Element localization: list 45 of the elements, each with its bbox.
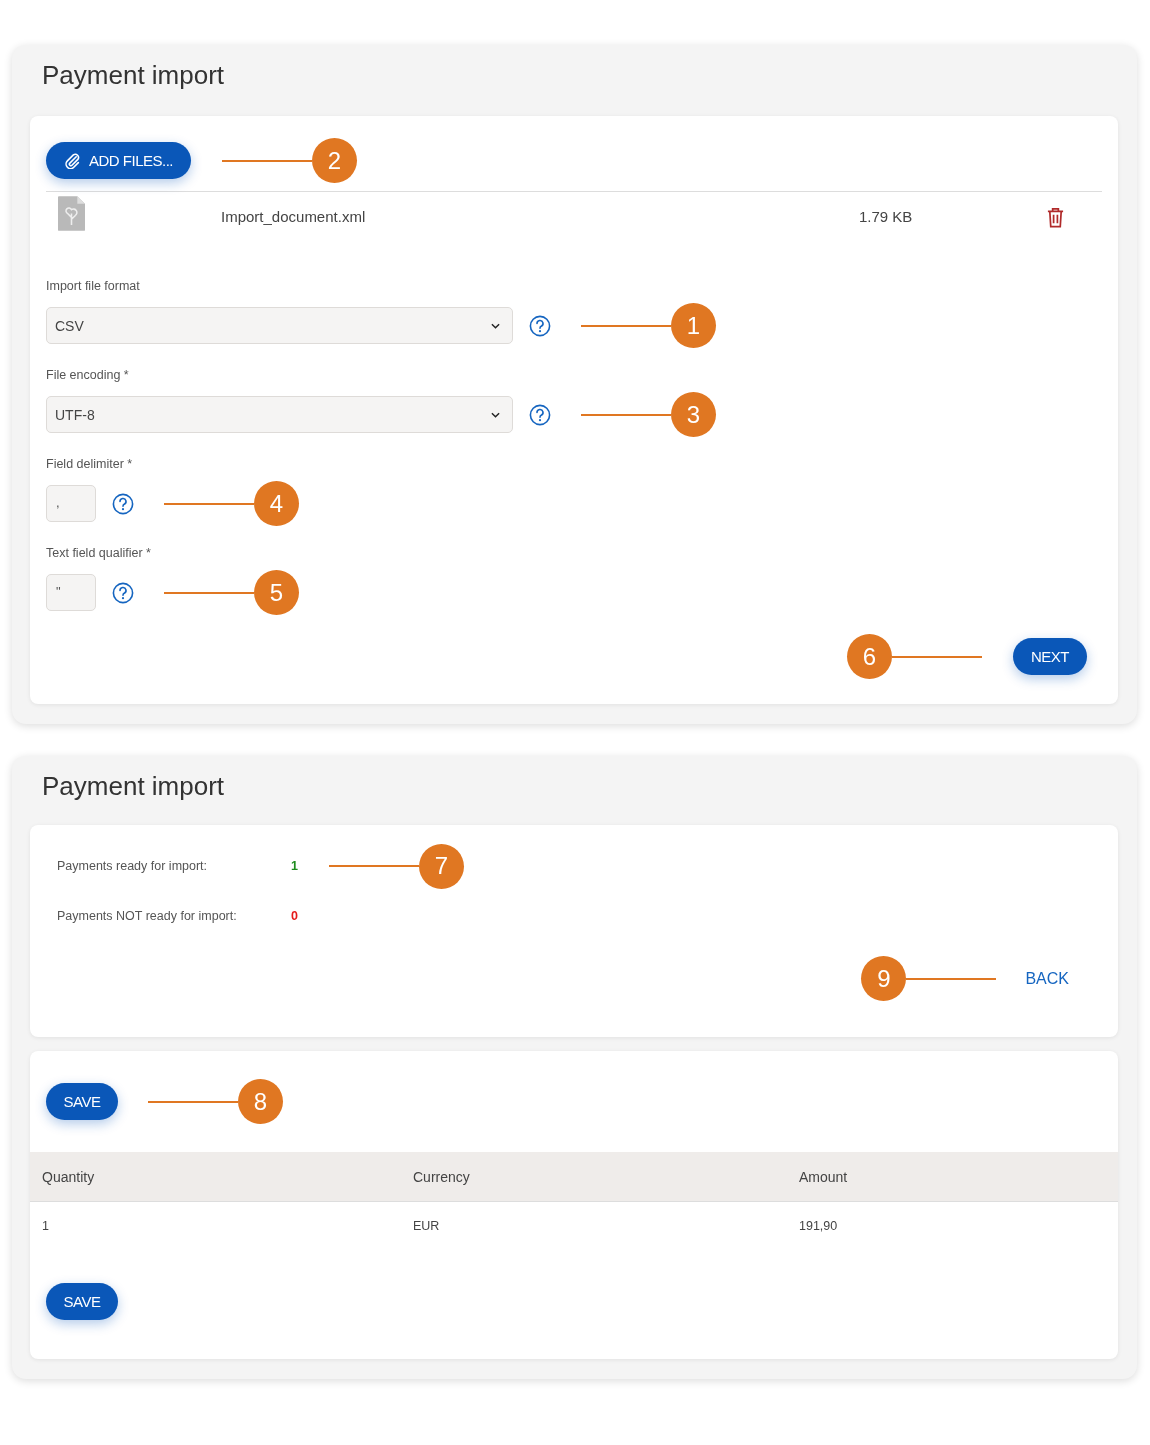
table-cell-text: EUR	[412, 1219, 441, 1233]
delete-icon[interactable]	[1046, 207, 1065, 228]
summary-count: 1	[291, 859, 299, 873]
panel-title: Payment import	[41, 770, 226, 802]
column-header: Amount	[798, 1168, 848, 1185]
input-field[interactable]: ,	[46, 485, 96, 522]
save-button[interactable]: SAVE	[46, 1083, 118, 1120]
add-files-button[interactable]: ADD FILES...	[46, 142, 191, 179]
chevron-icon	[491, 322, 500, 329]
callout-badge: 5	[254, 570, 299, 615]
table-cell-text: 1	[41, 1219, 50, 1233]
help-icon[interactable]	[112, 492, 134, 515]
summary-count: 0	[291, 909, 299, 923]
callout-badge: 1	[671, 303, 716, 348]
summary-label: Payments NOT ready for import:	[57, 909, 238, 923]
file-name: Import_document.xml	[221, 208, 366, 225]
chevron-icon	[491, 411, 500, 418]
field-label: Import file format	[46, 278, 141, 294]
panel-title: Payment import	[41, 59, 226, 91]
callout-badge: 8	[238, 1079, 283, 1124]
help-icon[interactable]	[529, 314, 551, 337]
save-button[interactable]: SAVE	[46, 1283, 118, 1320]
help-icon[interactable]	[529, 403, 551, 426]
callout-badge: 4	[254, 481, 299, 526]
next-button[interactable]: NEXT	[1013, 638, 1087, 675]
select-field[interactable]: UTF-8	[46, 396, 513, 433]
callout-badge: 6	[847, 634, 892, 679]
callout-badge: 2	[312, 138, 357, 183]
callout-badge: 7	[419, 843, 464, 889]
input-field[interactable]: "	[46, 574, 96, 611]
summary-label: Payments ready for import:	[57, 859, 209, 873]
field-label: File encoding *	[46, 367, 130, 383]
field-label: Field delimiter *	[46, 456, 134, 472]
table-cell-text: 191,90	[798, 1219, 838, 1233]
callout-badge: 9	[861, 956, 907, 1001]
help-icon[interactable]	[112, 581, 134, 604]
file-icon	[58, 196, 85, 231]
column-header: Currency	[412, 1168, 471, 1185]
file-size: 1.79 KB	[859, 208, 913, 225]
column-header: Quantity	[41, 1168, 96, 1185]
field-label: Text field qualifier *	[46, 545, 152, 561]
callout-badge: 3	[671, 392, 716, 437]
back-link[interactable]: BACK	[1025, 969, 1069, 988]
paperclip-icon	[64, 152, 81, 169]
select-field[interactable]: CSV	[46, 307, 513, 344]
